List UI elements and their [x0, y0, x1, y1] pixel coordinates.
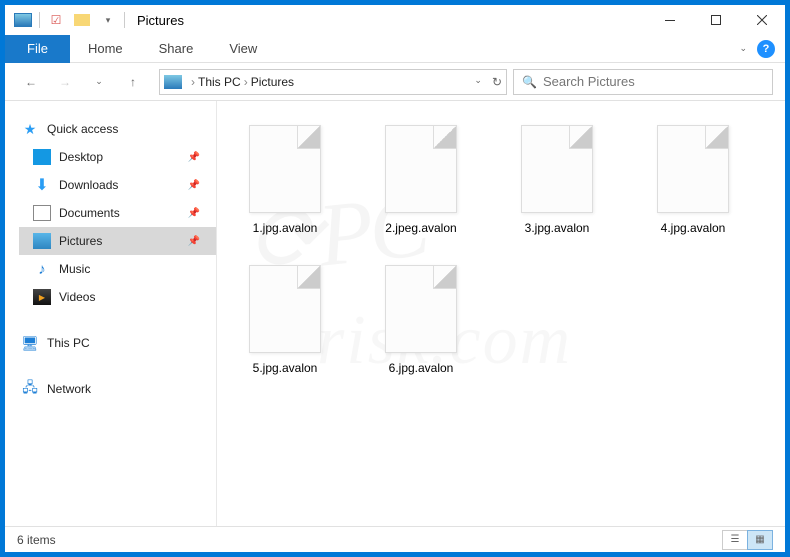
file-icon	[521, 125, 593, 213]
file-name: 6.jpg.avalon	[389, 361, 454, 375]
tab-share[interactable]: Share	[141, 35, 212, 63]
sidebar-item-pictures[interactable]: Pictures 📌	[19, 227, 216, 255]
pin-icon: 📌	[188, 208, 200, 219]
breadcrumb-current[interactable]: Pictures	[251, 75, 294, 89]
navigation-pane: ★ Quick access Desktop 📌 ⬇ Downloads 📌 D…	[5, 101, 217, 526]
music-icon: ♪	[33, 261, 51, 277]
breadcrumb-separator-icon[interactable]: ›	[191, 75, 195, 89]
qat-checkbox-icon[interactable]: ☑	[44, 9, 68, 31]
app-icon	[11, 9, 35, 31]
address-bar[interactable]: › This PC › Pictures ⌄ ↻	[159, 69, 507, 95]
tab-view[interactable]: View	[211, 35, 275, 63]
qat-dropdown-icon[interactable]: ▾	[96, 9, 120, 31]
file-item[interactable]: 5.jpg.avalon	[237, 265, 333, 375]
navigation-bar: ← → ⌄ ↑ › This PC › Pictures ⌄ ↻ 🔍	[5, 63, 785, 101]
pictures-icon	[33, 233, 51, 249]
content-pane[interactable]: ⟳PC risk.com 1.jpg.avalon 2.jpeg.avalon …	[217, 101, 785, 526]
desktop-icon	[33, 149, 51, 165]
help-icon[interactable]: ?	[757, 40, 775, 58]
address-dropdown-icon[interactable]: ⌄	[474, 75, 482, 89]
thumbnails-view-button[interactable]: ▦	[747, 530, 773, 550]
file-name: 5.jpg.avalon	[253, 361, 318, 375]
file-name: 1.jpg.avalon	[253, 221, 318, 235]
sidebar-label: Network	[47, 382, 91, 396]
sidebar-item-label: Pictures	[59, 234, 102, 248]
search-icon: 🔍	[522, 75, 537, 89]
titlebar: ☑ ▾ Pictures	[5, 5, 785, 35]
document-icon	[33, 205, 51, 221]
back-button[interactable]: ←	[17, 68, 45, 96]
status-bar: 6 items ☰ ▦	[5, 526, 785, 552]
file-icon	[249, 265, 321, 353]
file-item[interactable]: 1.jpg.avalon	[237, 125, 333, 235]
explorer-window: ☑ ▾ Pictures File Home Share View ⌄ ? ← …	[4, 4, 786, 553]
file-icon	[385, 265, 457, 353]
video-icon: ▶	[33, 289, 51, 305]
file-name: 4.jpg.avalon	[661, 221, 726, 235]
sidebar-item-music[interactable]: ♪ Music	[19, 255, 216, 283]
sidebar-quick-access[interactable]: ★ Quick access	[19, 115, 216, 143]
breadcrumb-root[interactable]: This PC	[198, 75, 241, 89]
ribbon: File Home Share View ⌄ ?	[5, 35, 785, 63]
tab-home[interactable]: Home	[70, 35, 141, 63]
file-item[interactable]: 2.jpeg.avalon	[373, 125, 469, 235]
sidebar-item-desktop[interactable]: Desktop 📌	[19, 143, 216, 171]
item-count: 6 items	[17, 533, 56, 547]
breadcrumb-separator-icon[interactable]: ›	[244, 75, 248, 89]
search-box[interactable]: 🔍	[513, 69, 773, 95]
qat-folder-icon[interactable]	[70, 9, 94, 31]
sidebar-label: This PC	[47, 336, 90, 350]
up-button[interactable]: ↑	[119, 68, 147, 96]
sidebar-network[interactable]: 🖧 Network	[19, 375, 216, 403]
search-input[interactable]	[543, 74, 764, 89]
details-view-button[interactable]: ☰	[722, 530, 748, 550]
file-name: 3.jpg.avalon	[525, 221, 590, 235]
sidebar-item-label: Videos	[59, 290, 95, 304]
refresh-icon[interactable]: ↻	[492, 75, 502, 89]
sidebar-item-label: Desktop	[59, 150, 103, 164]
sidebar-item-label: Downloads	[59, 178, 118, 192]
file-icon	[249, 125, 321, 213]
file-item[interactable]: 6.jpg.avalon	[373, 265, 469, 375]
location-icon	[164, 75, 182, 89]
file-name: 2.jpeg.avalon	[385, 221, 456, 235]
sidebar-label: Quick access	[47, 122, 118, 136]
sidebar-item-label: Documents	[59, 206, 120, 220]
file-icon	[385, 125, 457, 213]
forward-button[interactable]: →	[51, 68, 79, 96]
file-tab[interactable]: File	[5, 35, 70, 63]
download-icon: ⬇	[33, 177, 51, 193]
close-button[interactable]	[739, 5, 785, 35]
network-icon: 🖧	[21, 381, 39, 397]
file-item[interactable]: 3.jpg.avalon	[509, 125, 605, 235]
maximize-button[interactable]	[693, 5, 739, 35]
minimize-button[interactable]	[647, 5, 693, 35]
window-title: Pictures	[137, 13, 184, 28]
sidebar-item-label: Music	[59, 262, 90, 276]
sidebar-item-downloads[interactable]: ⬇ Downloads 📌	[19, 171, 216, 199]
pin-icon: 📌	[188, 180, 200, 191]
pin-icon: 📌	[188, 236, 200, 247]
sidebar-this-pc[interactable]: 🖥 This PC	[19, 329, 216, 357]
pin-icon: 📌	[188, 152, 200, 163]
file-item[interactable]: 4.jpg.avalon	[645, 125, 741, 235]
pc-icon: 🖥	[21, 335, 39, 351]
ribbon-expand-icon[interactable]: ⌄	[739, 43, 747, 54]
sidebar-item-videos[interactable]: ▶ Videos	[19, 283, 216, 311]
file-icon	[657, 125, 729, 213]
recent-dropdown-icon[interactable]: ⌄	[85, 68, 113, 96]
star-icon: ★	[21, 121, 39, 137]
sidebar-item-documents[interactable]: Documents 📌	[19, 199, 216, 227]
